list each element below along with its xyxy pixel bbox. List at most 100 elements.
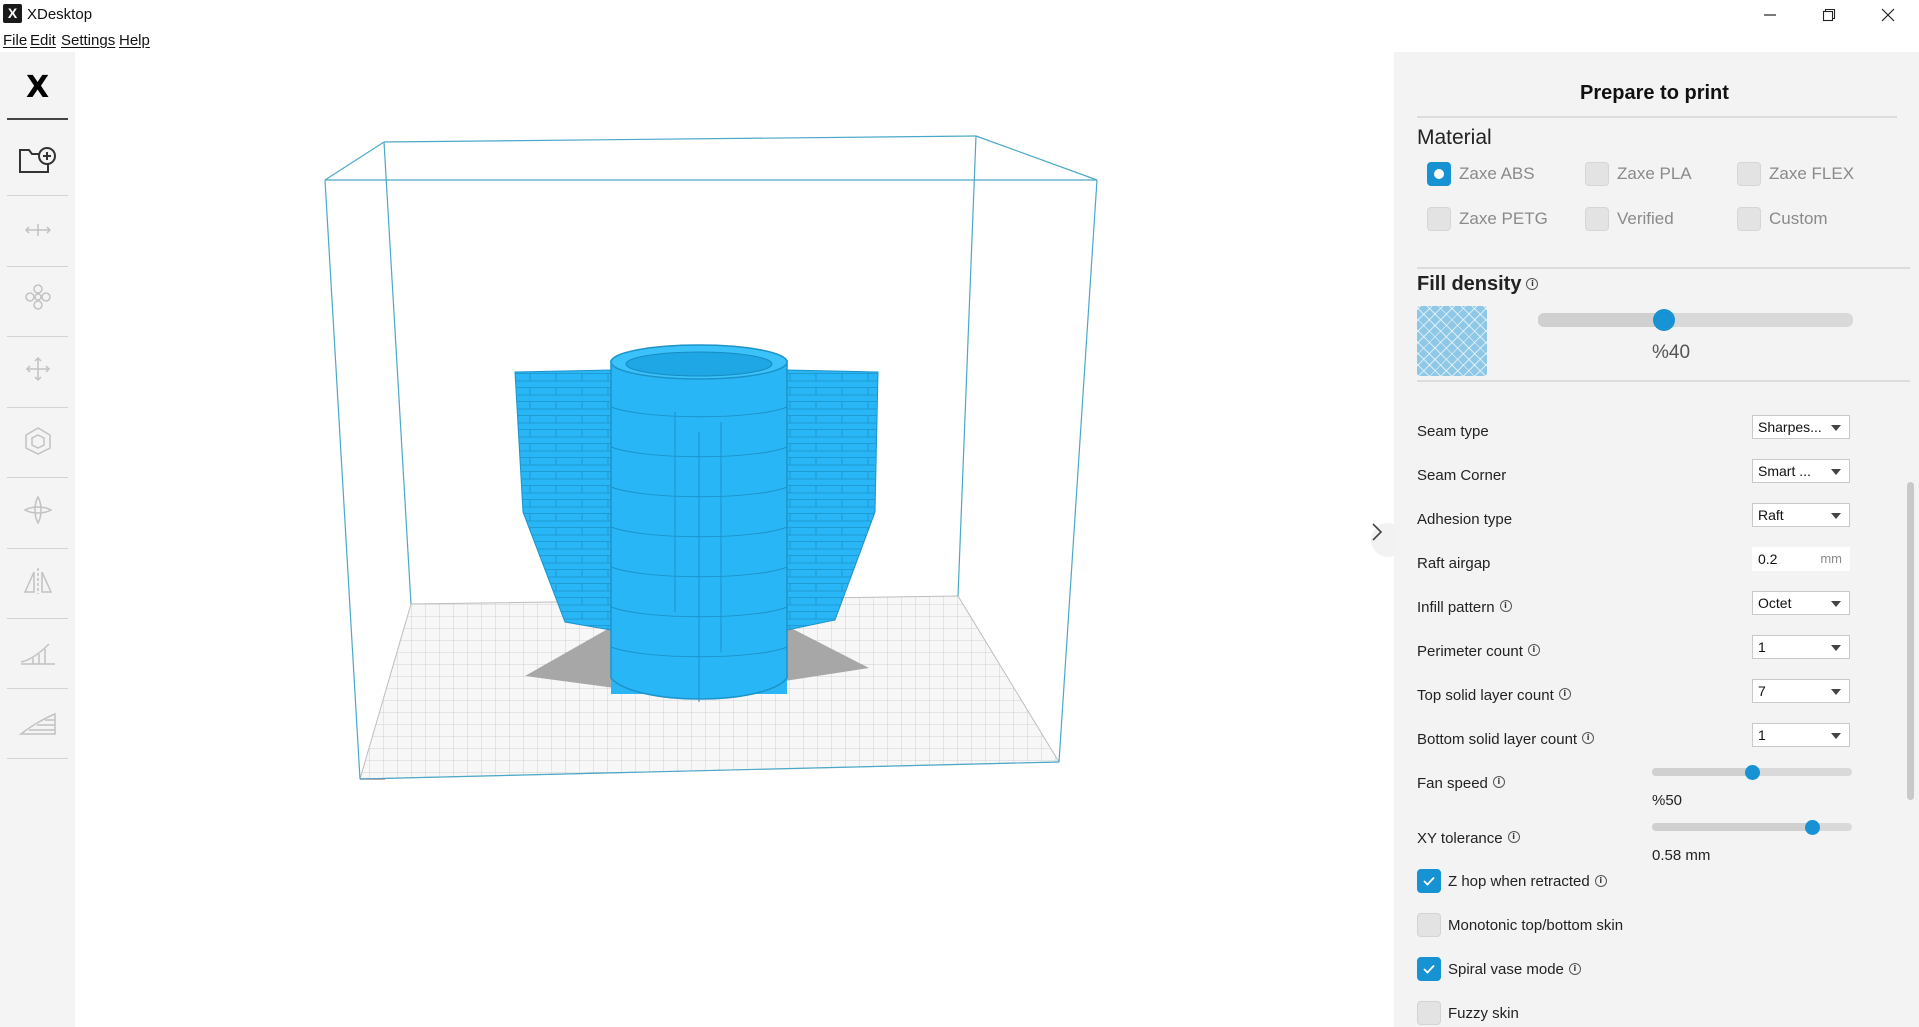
layer-tool-button[interactable] bbox=[17, 702, 59, 744]
checkbox-z-hop[interactable]: Z hop when retracted i bbox=[1417, 869, 1607, 893]
material-label: Custom bbox=[1769, 209, 1828, 228]
seam-corner-dropdown[interactable]: Smart ... bbox=[1752, 459, 1850, 483]
material-option-zaxe-pla[interactable]: Zaxe PLA bbox=[1585, 162, 1692, 186]
info-icon[interactable]: i bbox=[1527, 644, 1540, 656]
xy-tolerance-slider[interactable] bbox=[1652, 819, 1852, 835]
checkbox-unchecked-icon[interactable] bbox=[1417, 913, 1441, 937]
raft-airgap-input[interactable]: 0.2 mm bbox=[1752, 547, 1850, 571]
dropdown-value: 1 bbox=[1758, 639, 1766, 655]
material-option-zaxe-petg[interactable]: Zaxe PETG bbox=[1427, 207, 1548, 231]
seam-type-label: Seam type bbox=[1417, 423, 1489, 440]
info-icon[interactable]: i bbox=[1568, 963, 1581, 975]
fill-density-title: Fill density i bbox=[1417, 273, 1539, 296]
info-icon[interactable]: i bbox=[1582, 732, 1595, 744]
radio-icon[interactable] bbox=[1737, 207, 1761, 231]
fill-density-slider[interactable] bbox=[1538, 309, 1853, 331]
maximize-button[interactable] bbox=[1800, 0, 1858, 30]
material-option-zaxe-abs[interactable]: Zaxe ABS bbox=[1427, 162, 1535, 186]
info-icon[interactable]: i bbox=[1526, 278, 1539, 290]
checkbox-label: Spiral vase mode bbox=[1448, 960, 1564, 978]
checkbox-checked-icon[interactable] bbox=[1417, 957, 1441, 981]
material-option-custom[interactable]: Custom bbox=[1737, 207, 1828, 231]
move-center-icon bbox=[24, 224, 52, 236]
dropdown-value: 1 bbox=[1758, 727, 1766, 743]
label-text: Infill pattern bbox=[1417, 599, 1495, 616]
toolbar-divider bbox=[7, 336, 68, 337]
radio-icon[interactable] bbox=[1737, 162, 1761, 186]
adhesion-type-dropdown[interactable]: Raft bbox=[1752, 503, 1850, 527]
panel-title: Prepare to print bbox=[1580, 82, 1729, 104]
checkbox-spiral-vase[interactable]: Spiral vase mode i bbox=[1417, 957, 1581, 981]
input-value: 0.2 bbox=[1758, 551, 1778, 567]
checkmark-icon bbox=[1423, 964, 1435, 974]
scene-canvas[interactable] bbox=[75, 52, 1394, 1027]
material-label: Zaxe PLA bbox=[1617, 164, 1692, 183]
menu-settings[interactable]: Settings bbox=[61, 32, 115, 49]
unit-label: mm bbox=[1820, 551, 1842, 566]
bottom-solid-layer-count-dropdown[interactable]: 1 bbox=[1752, 723, 1850, 747]
checkmark-icon bbox=[1423, 876, 1435, 886]
3d-viewport[interactable] bbox=[75, 52, 1405, 1027]
slider-knob[interactable] bbox=[1804, 819, 1820, 835]
xy-tolerance-label: XY tolerance i bbox=[1417, 830, 1520, 847]
arrange-tool-button[interactable] bbox=[17, 276, 59, 318]
center-tool-button[interactable] bbox=[17, 209, 59, 251]
menu-edit[interactable]: Edit bbox=[30, 32, 56, 49]
panel-divider bbox=[1417, 380, 1910, 382]
material-title: Material bbox=[1417, 126, 1492, 149]
radio-icon[interactable] bbox=[1585, 162, 1609, 186]
add-folder-icon bbox=[19, 147, 56, 173]
arrange-icon bbox=[25, 284, 51, 310]
material-option-zaxe-flex[interactable]: Zaxe FLEX bbox=[1737, 162, 1854, 186]
fan-speed-value: %50 bbox=[1652, 792, 1683, 809]
scale-tool-button[interactable] bbox=[17, 420, 59, 462]
chevron-down-icon bbox=[1831, 513, 1841, 519]
support-tool-button[interactable] bbox=[17, 632, 59, 674]
info-icon[interactable]: i bbox=[1507, 831, 1520, 843]
rotate-tool-button[interactable] bbox=[17, 489, 59, 531]
infill-pattern-dropdown[interactable]: Octet bbox=[1752, 591, 1850, 615]
add-model-button[interactable] bbox=[17, 139, 59, 181]
checkbox-monotonic-skin[interactable]: Monotonic top/bottom skin bbox=[1417, 913, 1623, 937]
slider-track-fill bbox=[1652, 823, 1812, 831]
chevron-down-icon bbox=[1831, 425, 1841, 431]
perimeter-count-dropdown[interactable]: 1 bbox=[1752, 635, 1850, 659]
slider-knob[interactable] bbox=[1744, 764, 1760, 780]
menu-help[interactable]: Help bbox=[119, 32, 150, 49]
checkbox-fuzzy-skin[interactable]: Fuzzy skin bbox=[1417, 1001, 1519, 1025]
app-logo-icon: X bbox=[3, 4, 22, 23]
info-icon[interactable]: i bbox=[1558, 688, 1571, 700]
fill-density-preview bbox=[1417, 306, 1487, 376]
radio-icon[interactable] bbox=[1427, 207, 1451, 231]
checkbox-unchecked-icon[interactable] bbox=[1417, 1001, 1441, 1025]
menu-file[interactable]: File bbox=[3, 32, 27, 49]
toolbar-divider bbox=[7, 618, 68, 619]
raft-airgap-label: Raft airgap bbox=[1417, 555, 1491, 572]
info-icon[interactable]: i bbox=[1492, 776, 1505, 788]
seam-type-dropdown[interactable]: Sharpes... bbox=[1752, 415, 1850, 439]
label-text: Bottom solid layer count bbox=[1417, 731, 1578, 748]
top-solid-layer-count-dropdown[interactable]: 7 bbox=[1752, 679, 1850, 703]
close-button[interactable] bbox=[1859, 0, 1917, 30]
info-icon[interactable]: i bbox=[1594, 875, 1607, 887]
top-solid-layer-count-label: Top solid layer count i bbox=[1417, 687, 1571, 704]
minimize-button[interactable] bbox=[1741, 0, 1799, 30]
checkbox-checked-icon[interactable] bbox=[1417, 869, 1441, 893]
fan-speed-slider[interactable] bbox=[1652, 764, 1852, 780]
dropdown-value: 7 bbox=[1758, 683, 1766, 699]
perimeter-count-label: Perimeter count i bbox=[1417, 643, 1540, 660]
panel-scrollbar[interactable] bbox=[1907, 482, 1914, 800]
infill-pattern-label: Infill pattern i bbox=[1417, 599, 1512, 616]
label-text: Perimeter count bbox=[1417, 643, 1523, 660]
checkbox-label: Fuzzy skin bbox=[1448, 1004, 1519, 1022]
radio-icon[interactable] bbox=[1585, 207, 1609, 231]
move-tool-button[interactable] bbox=[17, 348, 59, 390]
material-option-verified[interactable]: Verified bbox=[1585, 207, 1674, 231]
window-title: XDesktop bbox=[27, 6, 93, 23]
slider-knob[interactable] bbox=[1653, 309, 1675, 331]
mirror-tool-button[interactable] bbox=[17, 560, 59, 602]
info-icon[interactable]: i bbox=[1499, 600, 1512, 612]
radio-selected-icon[interactable] bbox=[1427, 162, 1451, 186]
toolbar-divider bbox=[7, 118, 68, 120]
material-label: Zaxe PETG bbox=[1459, 209, 1548, 228]
